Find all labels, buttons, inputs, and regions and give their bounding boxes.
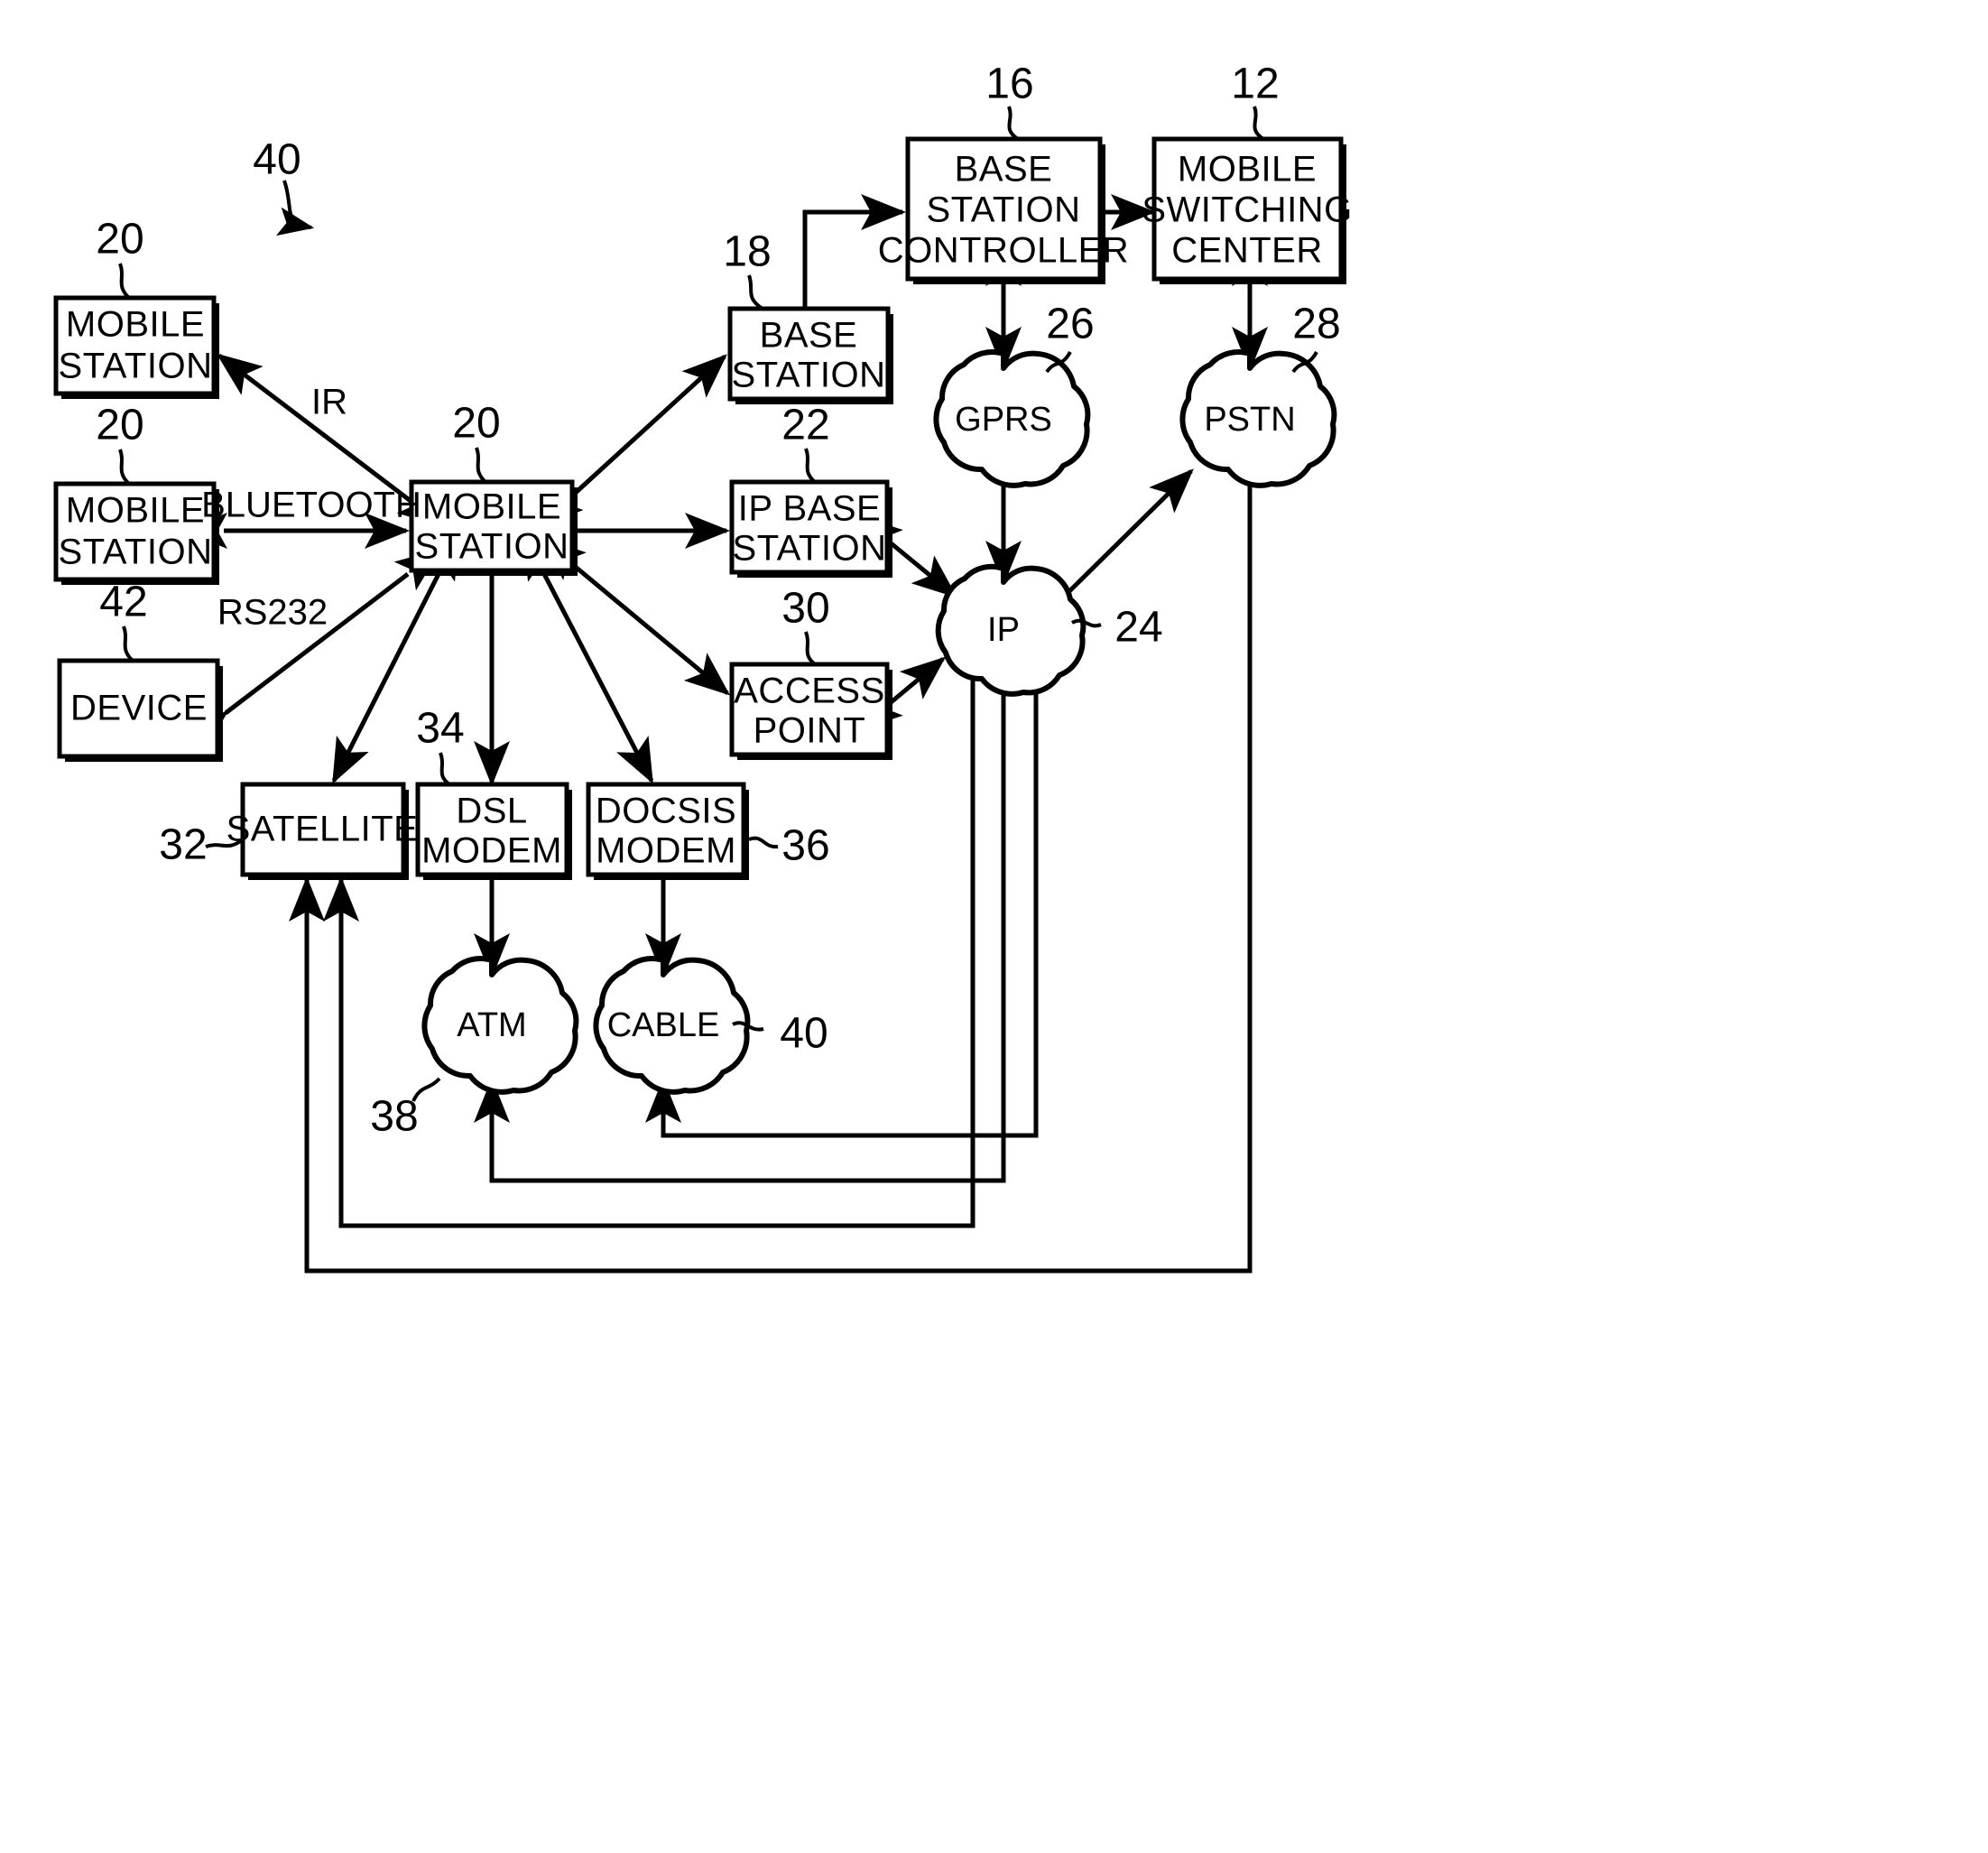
ref-numeral-bsc: 16 — [985, 60, 1033, 108]
node-mobile-station-mid[interactable]: MOBILE STATION — [53, 481, 219, 585]
msc-label-2: SWITCHING — [1142, 190, 1352, 230]
edge-ms-basestation — [538, 354, 727, 528]
ip-base-station-label-1: IP BASE — [738, 489, 881, 529]
edge-ap-ip — [856, 656, 947, 731]
figure-reference-callout: 40 — [253, 136, 315, 236]
docsis-modem-label-1: DOCSIS — [596, 792, 736, 831]
atm-label: ATM — [457, 1006, 526, 1044]
ref-numeral-ms-center: 20 — [452, 400, 500, 448]
access-point-label-1: ACCESS — [734, 672, 885, 711]
edge-ip-pstn — [1035, 468, 1194, 625]
ref-numeral-ip-base-station: 22 — [781, 402, 829, 449]
leader-docsis-modem — [748, 836, 779, 849]
dsl-modem-label-2: MODEM — [421, 831, 562, 871]
ref-numeral-ms-top: 20 — [96, 216, 143, 264]
msc-label-3: CENTER — [1171, 231, 1322, 271]
node-mobile-station-top[interactable]: MOBILE STATION — [53, 295, 219, 399]
mobile-station-center-label-2: STATION — [415, 527, 569, 567]
base-station-label-2: STATION — [732, 356, 886, 395]
ref-numeral-figure: 40 — [253, 136, 301, 184]
gprs-label: GPRS — [955, 401, 1052, 439]
node-docsis-modem[interactable]: DOCSIS MODEM — [586, 782, 749, 880]
node-ip-base-station[interactable]: IP BASE STATION — [729, 479, 892, 578]
node-access-point[interactable]: ACCESS POINT — [729, 662, 892, 760]
leader-ms-center — [475, 447, 487, 484]
base-station-label-1: BASE — [760, 316, 858, 356]
leader-ms-mid — [118, 449, 131, 486]
ref-numeral-cable: 40 — [780, 1010, 828, 1058]
pstn-label: PSTN — [1204, 401, 1295, 439]
ref-numeral-ip: 24 — [1114, 604, 1162, 652]
mobile-station-center-label-1: MOBILE — [422, 487, 561, 527]
leader-ms-top — [118, 263, 131, 300]
node-dsl-modem[interactable]: DSL MODEM — [415, 782, 572, 880]
leader-msc — [1253, 106, 1265, 141]
edge-ms-docsismodem — [522, 533, 654, 784]
leader-device — [122, 625, 134, 662]
ip-label: IP — [987, 611, 1020, 649]
bsc-label-3: CONTROLLER — [878, 231, 1129, 271]
cable-label: CABLE — [607, 1006, 720, 1044]
bsc-label-2: STATION — [927, 190, 1081, 230]
leader-access-point — [804, 631, 817, 666]
node-mobile-switching-center[interactable]: MOBILE SWITCHING CENTER — [1142, 136, 1352, 284]
mobile-station-top-label-1: MOBILE — [66, 305, 205, 345]
ref-numeral-msc: 12 — [1231, 60, 1279, 108]
ref-numeral-ms-mid: 20 — [96, 402, 143, 449]
cloud-gprs[interactable]: GPRS — [933, 349, 1091, 488]
ref-numeral-gprs: 26 — [1046, 301, 1094, 348]
bsc-label-1: BASE — [955, 150, 1053, 190]
cloud-atm[interactable]: ATM — [421, 956, 579, 1095]
ref-numeral-atm: 38 — [370, 1093, 418, 1141]
ref-numeral-base-station: 18 — [723, 228, 771, 276]
ref-numeral-pstn: 28 — [1292, 301, 1340, 348]
cloud-pstn[interactable]: PSTN — [1179, 349, 1337, 488]
ip-base-station-label-2: STATION — [733, 529, 887, 569]
edge-label-bluetooth: BLUETOOTH — [201, 486, 421, 525]
figure-ref-arrow — [275, 180, 315, 236]
edge-ipbs-ip — [856, 514, 958, 598]
patent-figure-canvas: MOBILE STATION 20 MOBILE STATION 20 DEVI… — [0, 0, 1988, 1853]
leader-bsc — [1007, 106, 1020, 141]
node-satellite[interactable]: SATELLITE — [227, 782, 419, 880]
docsis-modem-label-2: MODEM — [596, 831, 736, 871]
ref-numeral-device: 42 — [99, 579, 147, 626]
node-mobile-station-center[interactable]: MOBILE STATION — [409, 479, 578, 576]
ref-numeral-dsl-modem: 34 — [416, 705, 464, 753]
device-label: DEVICE — [70, 689, 208, 728]
node-base-station-controller[interactable]: BASE STATION CONTROLLER — [878, 136, 1129, 284]
edge-label-rs232: RS232 — [217, 593, 328, 633]
leader-ip-base-station — [804, 448, 817, 484]
mobile-station-mid-label-2: STATION — [59, 533, 213, 572]
access-point-label-2: POINT — [754, 711, 866, 751]
node-base-station[interactable]: BASE STATION — [727, 306, 893, 404]
ref-numeral-docsis-modem: 36 — [781, 822, 829, 870]
satellite-label: SATELLITE — [227, 810, 419, 849]
edge-ir — [216, 353, 444, 526]
leader-base-station — [747, 274, 764, 310]
cloud-ip[interactable]: IP — [935, 563, 1086, 697]
mobile-station-mid-label-1: MOBILE — [66, 491, 205, 531]
node-device[interactable]: DEVICE — [57, 658, 223, 762]
dsl-modem-label-1: DSL — [456, 792, 527, 831]
ref-numeral-satellite: 32 — [159, 821, 207, 869]
cloud-cable[interactable]: CABLE — [593, 956, 751, 1095]
mobile-station-top-label-2: STATION — [59, 347, 213, 386]
leader-dsl-modem — [439, 752, 451, 786]
msc-label-1: MOBILE — [1178, 150, 1317, 190]
ref-numeral-access-point: 30 — [781, 585, 829, 633]
edge-label-ir: IR — [311, 383, 347, 422]
network-architecture-diagram: MOBILE STATION 20 MOBILE STATION 20 DEVI… — [53, 60, 1352, 1274]
